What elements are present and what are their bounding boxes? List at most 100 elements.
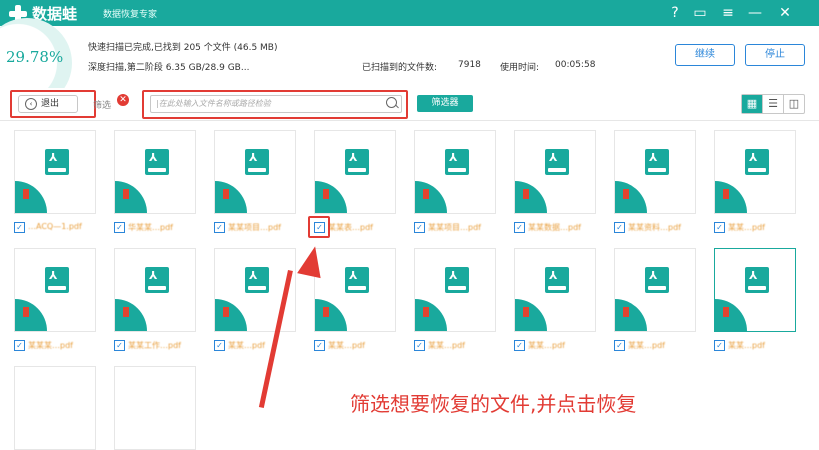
file-tile[interactable]: ⅄ — [714, 130, 796, 214]
file-checkbox[interactable]: ✓ — [14, 340, 25, 351]
file-tile[interactable]: ⅄ — [14, 130, 96, 214]
file-checkbox[interactable]: ✓ — [414, 340, 425, 351]
list-view-icon[interactable]: ☰ — [763, 95, 784, 113]
file-checkbox[interactable]: ✓ — [314, 340, 325, 351]
thumbnail-shape — [515, 181, 547, 213]
file-name: 某某数据…pdf — [528, 223, 581, 232]
file-tile[interactable]: ⅄ — [714, 248, 796, 332]
file-name: 某某项目…pdf — [228, 223, 281, 232]
file-checkbox[interactable]: ✓ — [714, 340, 725, 351]
file-tile[interactable]: ⅄ — [214, 130, 296, 214]
pdf-icon: ⅄ — [45, 267, 69, 293]
quick-scan-status: 快速扫描已完成,已找到 205 个文件 (46.5 MB) — [88, 43, 278, 53]
file-name: 某某…pdf — [228, 341, 265, 350]
detail-view-icon[interactable]: ◫ — [784, 95, 804, 113]
file-tile[interactable]: ⅄ — [14, 248, 96, 332]
file-name: 某某项目…pdf — [428, 223, 481, 232]
pdf-icon: ⅄ — [745, 267, 769, 293]
file-tile[interactable]: ⅄ — [314, 130, 396, 214]
file-name: 某某…pdf — [328, 341, 365, 350]
thumbnail-shape — [115, 181, 147, 213]
file-checkbox[interactable]: ✓ — [14, 222, 25, 233]
app-subtitle: 数据恢复专家 — [103, 10, 158, 20]
pdf-icon: ⅄ — [545, 149, 569, 175]
file-checkbox[interactable]: ✓ — [614, 222, 625, 233]
menu-icon[interactable]: ≡ — [718, 3, 738, 23]
annotation-text: 筛选想要恢复的文件,并点击恢复 — [350, 392, 637, 416]
file-tile[interactable] — [114, 366, 196, 450]
filter-button[interactable]: 筛选器 — [417, 95, 473, 112]
scanned-files-value: 7918 — [458, 60, 481, 70]
stop-button[interactable]: 停止 — [745, 44, 805, 66]
pdf-icon: ⅄ — [445, 149, 469, 175]
file-name: …ACQ—1.pdf — [28, 222, 82, 231]
scan-progress-header: 29.78% 快速扫描已完成,已找到 205 个文件 (46.5 MB) 深度扫… — [0, 18, 819, 108]
file-tile[interactable]: ⅄ — [414, 130, 496, 214]
pdf-icon: ⅄ — [245, 149, 269, 175]
file-tile[interactable]: ⅄ — [514, 130, 596, 214]
file-name: 某某…pdf — [628, 341, 665, 350]
file-name: 某某…pdf — [428, 341, 465, 350]
file-tile[interactable] — [14, 366, 96, 450]
pdf-icon: ⅄ — [645, 149, 669, 175]
close-icon[interactable]: ✕ — [775, 3, 795, 23]
thumbnail-shape — [315, 299, 347, 331]
file-tile[interactable]: ⅄ — [314, 248, 396, 332]
help-icon[interactable]: ? — [665, 3, 685, 23]
title-bar: 数据蛙 数据恢复专家 ? ▭ ≡ — ✕ — [0, 0, 819, 26]
minimize-icon[interactable]: — — [745, 3, 765, 23]
file-name: 某某资料…pdf — [628, 223, 681, 232]
thumbnail-shape — [215, 299, 247, 331]
file-name: 华某某…pdf — [128, 223, 173, 232]
file-checkbox[interactable]: ✓ — [714, 222, 725, 233]
pdf-icon: ⅄ — [545, 267, 569, 293]
file-name: 某某…pdf — [728, 341, 765, 350]
continue-button[interactable]: 继续 — [675, 44, 735, 66]
file-checkbox[interactable]: ✓ — [214, 340, 225, 351]
pdf-icon: ⅄ — [145, 149, 169, 175]
file-checkbox[interactable]: ✓ — [114, 222, 125, 233]
pdf-icon: ⅄ — [445, 267, 469, 293]
thumbnail-shape — [415, 181, 447, 213]
view-switcher: ▦ ☰ ◫ — [741, 94, 805, 114]
file-tile[interactable]: ⅄ — [414, 248, 496, 332]
pdf-icon: ⅄ — [745, 149, 769, 175]
file-name: 某某…pdf — [528, 341, 565, 350]
pdf-icon: ⅄ — [45, 149, 69, 175]
file-tile[interactable]: ⅄ — [114, 248, 196, 332]
pdf-icon: ⅄ — [345, 267, 369, 293]
pdf-icon: ⅄ — [645, 267, 669, 293]
progress-percent: 29.78% — [6, 48, 64, 66]
file-checkbox[interactable]: ✓ — [414, 222, 425, 233]
thumbnail-shape — [515, 299, 547, 331]
deep-scan-status: 深度扫描,第二阶段 6.35 GB/28.9 GB... — [88, 63, 250, 73]
thumbnail-shape — [315, 181, 347, 213]
exit-highlight-box — [10, 90, 96, 118]
search-highlight-box — [142, 90, 408, 119]
scanned-files-label: 已扫描到的文件数: — [362, 63, 438, 73]
file-checkbox[interactable]: ✓ — [514, 340, 525, 351]
file-checkbox[interactable]: ✓ — [114, 340, 125, 351]
file-checkbox[interactable]: ✓ — [614, 340, 625, 351]
pdf-icon: ⅄ — [245, 267, 269, 293]
thumbnail-shape — [15, 181, 47, 213]
filter-label: 筛选 — [93, 101, 112, 111]
clear-filter-icon[interactable]: ✕ — [117, 94, 129, 106]
file-checkbox[interactable]: ✓ — [514, 222, 525, 233]
thumbnail-shape — [615, 299, 647, 331]
thumbnail-shape — [715, 181, 747, 213]
file-tile[interactable]: ⅄ — [514, 248, 596, 332]
thumbnail-shape — [215, 181, 247, 213]
file-tile[interactable]: ⅄ — [114, 130, 196, 214]
elapsed-time-label: 使用时间: — [500, 63, 540, 73]
file-tile[interactable]: ⅄ — [614, 130, 696, 214]
file-checkbox[interactable]: ✓ — [214, 222, 225, 233]
file-name: 某某…pdf — [728, 223, 765, 232]
file-name: 某某某…pdf — [28, 341, 73, 350]
file-tile[interactable]: ⅄ — [614, 248, 696, 332]
thumbnail-shape — [615, 181, 647, 213]
save-icon[interactable]: ▭ — [690, 3, 710, 23]
checkbox-highlight-box — [308, 216, 330, 238]
thumbnail-shape — [715, 299, 747, 331]
grid-view-icon[interactable]: ▦ — [742, 95, 763, 113]
